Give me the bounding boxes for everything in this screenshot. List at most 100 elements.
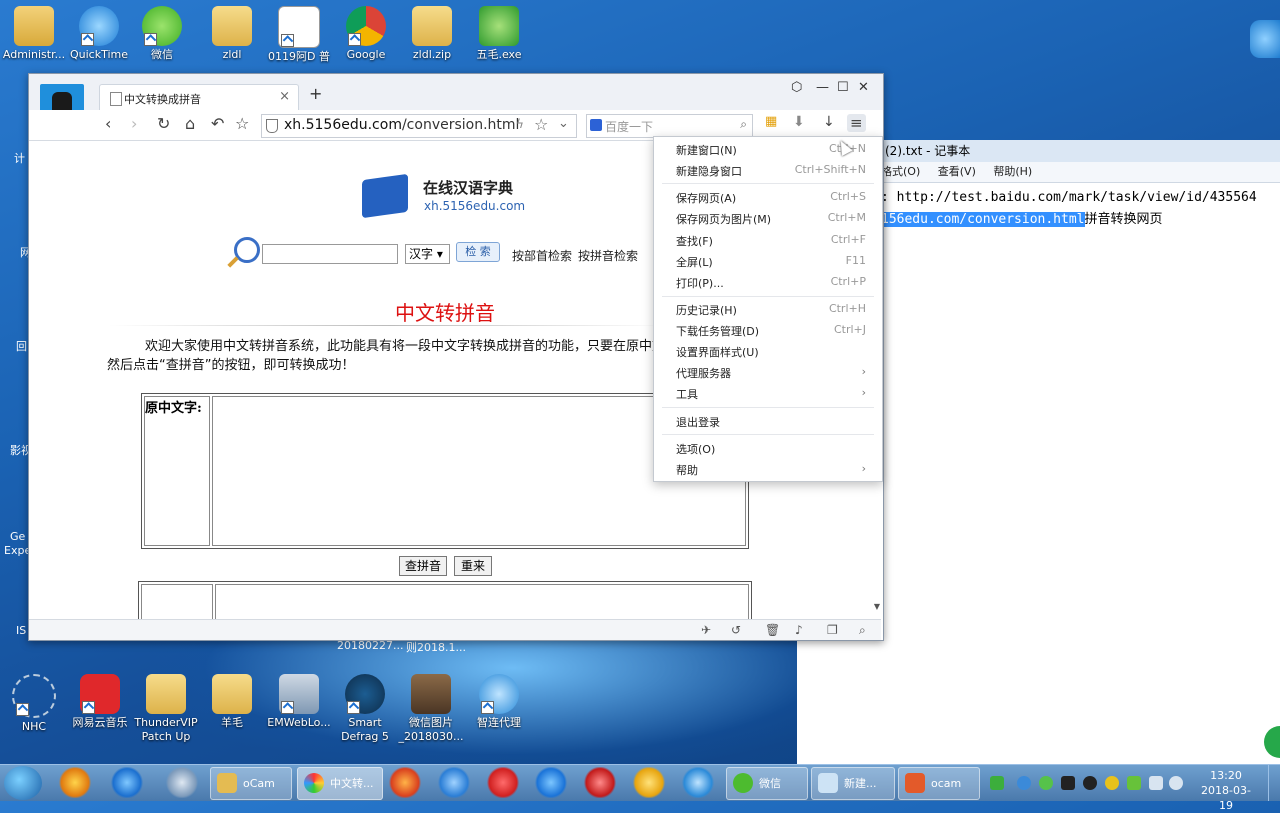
network-tool-icon[interactable] [165,767,199,798]
desktop-icon-nhc[interactable]: NHC [0,674,68,734]
desktop-icon-yangmao[interactable]: 羊毛 [198,674,266,730]
tray-network-icon[interactable] [1017,776,1031,790]
sound-icon[interactable]: ♪ [795,623,803,637]
menu-item-find[interactable]: 查找(F) Ctrl+F [676,233,872,249]
scroll-down-icon[interactable]: ▼ [874,602,880,611]
convert-pinyin-button[interactable]: 查拼音 [399,556,447,576]
taskbar-window-ocam[interactable]: ocam [898,767,980,800]
reload-icon[interactable]: ↻ [157,114,170,133]
reset-button[interactable]: 重来 [454,556,492,576]
tray-gpu-icon[interactable] [1061,776,1075,790]
desktop-icon-hidden-2[interactable]: 则2018.1... [406,639,466,655]
close-icon[interactable]: ✕ [858,80,869,95]
forward-icon[interactable]: › [131,114,137,133]
taskbar-window-browser[interactable]: 中文转... [297,767,383,800]
mascot-icon[interactable] [632,767,666,798]
apps-grid-icon[interactable]: ▦ [765,114,777,129]
notepad-menu-help[interactable]: 帮助(H) [993,165,1032,178]
extension-icon[interactable]: ⬇ [793,114,805,130]
tray-volume-icon[interactable] [1169,776,1183,790]
cloud-icon[interactable] [437,767,471,798]
menu-item-new-incognito[interactable]: 新建隐身窗口 Ctrl+Shift+N [676,163,872,179]
start-button-icon[interactable] [4,766,42,800]
ie-icon[interactable] [110,767,144,798]
chevron-down-icon[interactable]: ⌄ [558,116,569,131]
minimize-icon[interactable]: — [816,80,829,95]
tray-qq-icon[interactable] [1083,776,1097,790]
undo-close-icon[interactable]: ↶ [211,114,224,133]
desktop-icon-zhilian-proxy[interactable]: 智连代理 [465,674,533,730]
notepad-menu-view[interactable]: 查看(V) [938,165,976,178]
tray-display-icon[interactable] [1149,776,1163,790]
radical-search-link[interactable]: 按部首检索 [512,247,572,264]
tab-close-icon[interactable]: × [279,89,290,104]
netease-music-icon[interactable] [486,767,520,798]
menu-item-logout[interactable]: 退出登录 [676,414,872,430]
floating-assistant-icon[interactable] [1250,20,1280,58]
desktop-icon-wechat-image[interactable]: 微信图片 _2018030... [397,674,465,744]
desktop-icon-administrator[interactable]: Administr... [0,6,68,62]
desktop-icon-netease-music[interactable]: 网易云音乐 [66,674,134,730]
desktop-icon-quicktime[interactable]: QuickTime [65,6,133,62]
taskbar-window-notepad[interactable]: 新建... [811,767,895,800]
desktop-icon-smart-defrag[interactable]: Smart Defrag 5 [331,674,399,744]
pin-icon[interactable]: ✈ [701,623,711,637]
download-icon[interactable]: ↓ [823,114,835,130]
show-desktop-button[interactable] [1268,765,1280,801]
address-bar[interactable]: xh.5156edu.com/conversion.html ϟ ☆ ⌄ [261,114,577,138]
home-icon[interactable]: ⌂ [185,114,195,133]
pinyin-search-link[interactable]: 按拼音检索 [578,247,638,264]
menu-item-print[interactable]: 打印(P)... Ctrl+P [676,275,872,291]
desktop-icon-recycle-label[interactable]: 回 [16,338,27,354]
desktop-icon-is-label[interactable]: IS [16,624,26,637]
desktop-icon-emweblo[interactable]: EMWebLo... [265,674,333,730]
skin-icon[interactable]: ⬡ [791,80,802,95]
desktop-icon-chrome[interactable]: Google [332,6,400,62]
menu-item-save-as-image[interactable]: 保存网页为图片(M) Ctrl+M [676,211,872,227]
favorite-star-icon[interactable]: ☆ [534,115,548,134]
menu-item-fullscreen[interactable]: 全屏(L) F11 [676,254,872,270]
tray-wechat-icon[interactable] [1039,776,1053,790]
tray-app-icon[interactable] [990,776,1004,790]
dictionary-search-button[interactable]: 检 索 [456,242,500,262]
desktop-icon-excel[interactable]: 0119阿D 普 [265,6,333,64]
lightning-icon[interactable]: ϟ [516,117,524,131]
desktop-icon-thundervip[interactable]: ThunderVIP Patch Up [132,674,200,744]
trash-icon[interactable]: 🗑 [765,623,780,637]
taskbar-window-ocam-folder[interactable]: oCam [210,767,292,800]
tray-shield-icon[interactable] [1127,776,1141,790]
tray-security-icon[interactable] [1105,776,1119,790]
taskbar-window-wechat[interactable]: 微信 [726,767,808,800]
desktop-icon-ge-label[interactable]: Ge [10,530,25,543]
player-icon[interactable] [583,767,617,798]
bookmark-star-icon[interactable]: ☆ [235,114,249,133]
taskbar-pinned-app-icon[interactable] [58,767,92,798]
search-type-select[interactable]: 汉字 ▾ [405,244,450,264]
menu-item-tools[interactable]: 工具 › [676,386,872,402]
menu-item-ui-style[interactable]: 设置界面样式(U) [676,344,872,360]
menu-item-help[interactable]: 帮助 › [676,462,872,478]
dictionary-search-input[interactable] [262,244,398,264]
app-icon[interactable] [388,767,422,798]
menu-item-downloads[interactable]: 下载任务管理(D) Ctrl+J [676,323,872,339]
tab-active[interactable]: 中文转换成拼音 × [99,84,299,111]
zoom-icon[interactable]: ⌕ [859,623,866,638]
messenger-icon[interactable] [681,767,715,798]
menu-hamburger-icon[interactable]: ≡ [847,114,866,132]
result-textarea[interactable] [215,584,749,619]
back-icon[interactable]: ‹ [105,114,111,133]
search-box[interactable]: 百度一下 ⌕ [586,114,753,138]
feather-icon[interactable] [534,767,568,798]
menu-item-history[interactable]: 历史记录(H) Ctrl+H [676,302,872,318]
taskbar-clock[interactable]: 13:20 2018-03-19 [1196,768,1256,813]
menu-item-save-page[interactable]: 保存网页(A) Ctrl+S [676,190,872,206]
notepad-menu-format[interactable]: 格式(O) [881,165,920,178]
search-icon[interactable]: ⌕ [740,117,747,132]
menu-item-options[interactable]: 选项(O) [676,441,872,457]
desktop-icon-wechat[interactable]: 微信 [128,6,196,62]
desktop-icon-wumao[interactable]: 五毛.exe [465,6,533,62]
refresh-status-icon[interactable]: ↺ [731,623,741,637]
desktop-icon-computer-label[interactable]: 计 [14,150,25,166]
window-icon[interactable]: ❐ [827,623,838,637]
new-tab-icon[interactable]: + [309,84,322,103]
